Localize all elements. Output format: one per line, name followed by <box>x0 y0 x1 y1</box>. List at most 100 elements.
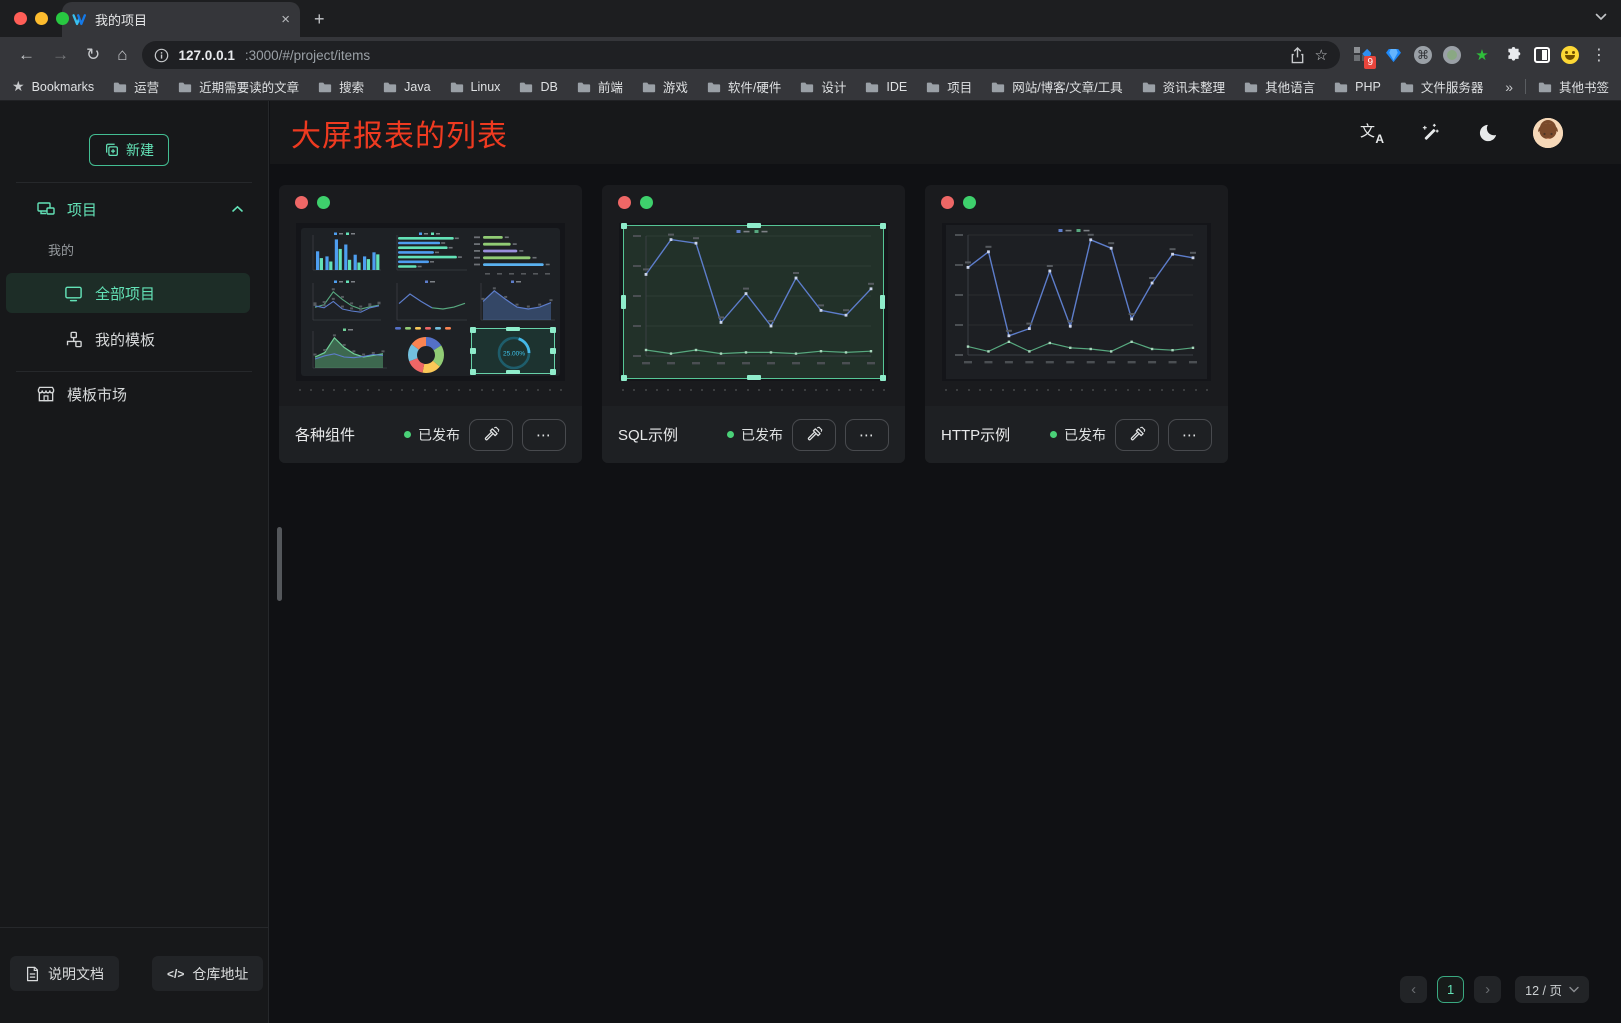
bookmark-folder[interactable]: 前端 <box>577 77 623 96</box>
selection-handle[interactable] <box>880 375 886 381</box>
card-footer: SQL示例已发布⋯ <box>602 406 905 463</box>
new-tab-button[interactable]: + <box>314 9 325 30</box>
selection-handle[interactable] <box>470 327 476 333</box>
next-page-button[interactable]: › <box>1474 976 1501 1003</box>
bookmark-folder[interactable]: 文件服务器 <box>1400 77 1484 96</box>
sidebar-item-all-projects[interactable]: 全部项目 <box>6 273 250 313</box>
zoom-window-button[interactable] <box>56 12 69 25</box>
sidebar-group-projects[interactable]: 项目 <box>0 186 268 232</box>
share-icon[interactable] <box>1290 47 1305 64</box>
extension-gem-icon[interactable] <box>1383 45 1403 65</box>
gauge-widget-selected[interactable]: 25.00% <box>471 328 555 374</box>
bookmark-folder[interactable]: 设计 <box>800 77 846 96</box>
bookmark-folder[interactable]: 软件/硬件 <box>707 77 781 96</box>
home-icon[interactable]: ⌂ <box>117 45 127 65</box>
docs-button[interactable]: 说明文档 <box>10 956 119 991</box>
translate-icon[interactable]: 文 A <box>1360 122 1384 144</box>
page-title: 大屏报表的列表 <box>291 111 508 155</box>
selection-handle[interactable] <box>470 369 476 375</box>
project-thumbnail[interactable] <box>942 223 1211 381</box>
current-page-button[interactable]: 1 <box>1437 976 1464 1003</box>
bookmark-folder[interactable]: 其他语言 <box>1244 77 1315 96</box>
project-card[interactable]: SQL示例已发布⋯ <box>602 185 905 463</box>
selection-handle[interactable] <box>506 327 520 331</box>
sidebar-item-my-templates[interactable]: 我的模板 <box>6 319 250 359</box>
mini-dual-line-chart <box>305 280 383 328</box>
selection-handle[interactable] <box>747 375 761 380</box>
project-card[interactable]: HTTP示例已发布⋯ <box>925 185 1228 463</box>
green-dot <box>640 196 653 209</box>
card-window-dots <box>295 196 330 209</box>
dark-mode-moon-icon[interactable] <box>1477 123 1497 143</box>
extension-darkmode-icon[interactable] <box>1534 47 1550 63</box>
folder-icon <box>383 81 397 93</box>
status-label: 已发布 <box>418 425 460 445</box>
bookmarks-overflow-icon[interactable]: » <box>1505 79 1513 95</box>
chart-panel-selected[interactable] <box>623 225 884 379</box>
extension-grid-icon[interactable]: 9 <box>1352 45 1372 65</box>
extension-emoji-icon[interactable] <box>1561 46 1579 64</box>
bookmark-folder[interactable]: 搜索 <box>318 77 364 96</box>
extension-xdebug-icon[interactable]: ★ <box>1472 45 1492 65</box>
bookmark-folder[interactable]: DB <box>519 77 557 96</box>
sidebar-item-template-market[interactable]: 模板市场 <box>0 372 268 416</box>
browser-menu-icon[interactable]: ⋮ <box>1583 45 1611 65</box>
bookmark-folder[interactable]: 游戏 <box>642 77 688 96</box>
extension-circle-icon[interactable] <box>1443 46 1461 64</box>
bookmark-star-icon[interactable]: ☆ <box>1315 46 1328 64</box>
selection-handle[interactable] <box>470 348 476 354</box>
app-root: 新建 项目 我的 全部项目 我的模板 <box>0 101 1621 1023</box>
new-project-button[interactable]: 新建 <box>89 134 169 166</box>
extension-command-icon[interactable]: ⌘ <box>1414 46 1432 64</box>
more-actions-button[interactable]: ⋯ <box>1168 419 1212 451</box>
page-size-select[interactable]: 12 / 页 <box>1515 976 1589 1003</box>
scrollbar-thumb[interactable] <box>277 527 282 601</box>
bookmark-folder[interactable]: Linux <box>450 77 501 96</box>
selection-handle[interactable] <box>880 295 885 309</box>
back-icon[interactable]: ← <box>18 45 35 65</box>
repo-button[interactable]: </> 仓库地址 <box>152 956 263 991</box>
reload-icon[interactable]: ↻ <box>86 45 100 65</box>
bookmark-folder[interactable]: 项目 <box>926 77 972 96</box>
prev-page-button[interactable]: ‹ <box>1400 976 1427 1003</box>
bookmark-folder[interactable]: 网站/博客/文章/工具 <box>991 77 1122 96</box>
close-window-button[interactable] <box>14 12 27 25</box>
bookmark-folder[interactable]: Java <box>383 77 430 96</box>
address-bar[interactable]: 127.0.0.1 :3000/#/project/items ☆ <box>142 41 1340 69</box>
minimize-window-button[interactable] <box>35 12 48 25</box>
selection-handle[interactable] <box>880 223 886 229</box>
edit-project-button[interactable] <box>469 419 513 451</box>
tab-close-icon[interactable]: × <box>281 11 290 28</box>
bookmark-folder[interactable]: 资讯未整理 <box>1142 77 1226 96</box>
project-thumbnail[interactable] <box>619 223 888 381</box>
bookmark-folder[interactable]: 运营 <box>113 77 159 96</box>
user-avatar[interactable] <box>1533 118 1563 148</box>
selection-handle[interactable] <box>747 223 761 228</box>
selection-handle[interactable] <box>550 369 556 375</box>
bookmark-folder[interactable]: IDE <box>865 77 907 96</box>
bookmark-folder-label: 网站/博客/文章/工具 <box>1012 77 1122 96</box>
bookmark-folder[interactable]: PHP <box>1334 77 1381 96</box>
selection-handle[interactable] <box>550 348 556 354</box>
forward-icon[interactable]: → <box>52 45 69 65</box>
more-actions-button[interactable]: ⋯ <box>522 419 566 451</box>
other-bookmarks-folder[interactable]: 其他书签 <box>1538 77 1609 96</box>
project-card[interactable]: 25.00%各种组件已发布⋯ <box>279 185 582 463</box>
selection-handle[interactable] <box>621 375 627 381</box>
more-actions-button[interactable]: ⋯ <box>845 419 889 451</box>
site-info-icon[interactable] <box>154 48 169 63</box>
selection-handle[interactable] <box>621 295 626 309</box>
edit-project-button[interactable] <box>1115 419 1159 451</box>
selection-handle[interactable] <box>506 370 520 374</box>
magic-wand-icon[interactable] <box>1420 122 1441 143</box>
bookmarks-manager[interactable]: ★ Bookmarks <box>12 78 94 95</box>
project-thumbnail[interactable]: 25.00% <box>296 223 565 381</box>
dot <box>747 389 749 391</box>
tab-search-icon[interactable] <box>1595 13 1607 21</box>
extensions-puzzle-icon[interactable] <box>1503 45 1523 65</box>
bookmark-folder[interactable]: 近期需要读的文章 <box>178 77 299 96</box>
selection-handle[interactable] <box>621 223 627 229</box>
selection-handle[interactable] <box>550 327 556 333</box>
edit-project-button[interactable] <box>792 419 836 451</box>
browser-tab[interactable]: 我的项目 × <box>62 2 300 37</box>
